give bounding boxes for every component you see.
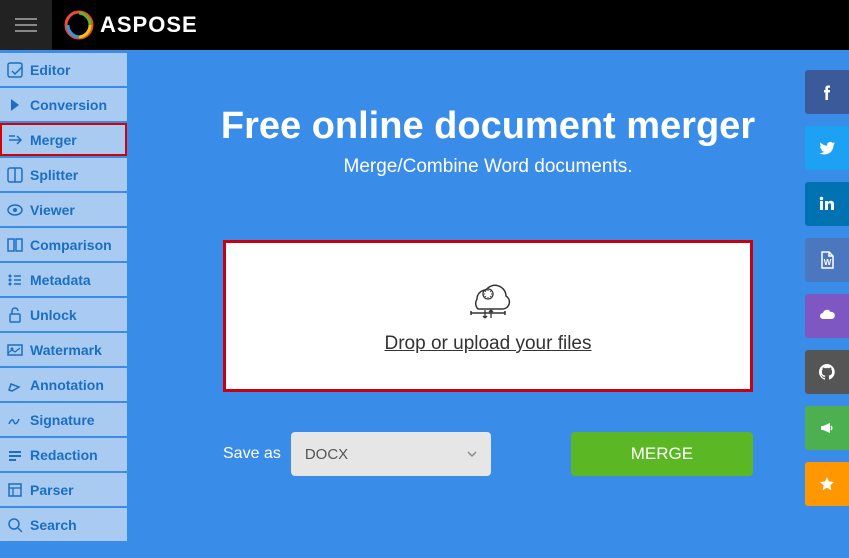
page-subtitle: Merge/Combine Word documents.	[344, 156, 633, 178]
sidebar-item-label: Redaction	[30, 447, 98, 463]
social-star-button[interactable]	[805, 462, 849, 506]
watermark-icon	[6, 341, 24, 359]
metadata-icon	[6, 271, 24, 289]
sidebar-item-redaction[interactable]: Redaction	[0, 438, 127, 471]
brand-logo[interactable]: ASPOSE	[64, 10, 198, 40]
redaction-icon	[6, 446, 24, 464]
sidebar-item-signature[interactable]: Signature	[0, 403, 127, 436]
comparison-icon	[6, 236, 24, 254]
sidebar-item-label: Search	[30, 517, 77, 533]
sidebar: Editor Conversion Merger Splitter Viewer Comp…	[0, 50, 127, 558]
aspose-icon	[64, 10, 94, 40]
header: ASPOSE	[0, 0, 849, 50]
viewer-icon	[6, 201, 24, 219]
sidebar-item-conversion[interactable]: Conversion	[0, 88, 127, 121]
splitter-icon	[6, 166, 24, 184]
sidebar-item-splitter[interactable]: Splitter	[0, 158, 127, 191]
word-icon: W	[817, 250, 837, 270]
sidebar-item-label: Metadata	[30, 272, 91, 288]
editor-icon	[6, 61, 24, 79]
sidebar-item-label: Editor	[30, 62, 70, 78]
sidebar-item-label: Conversion	[30, 97, 107, 113]
sidebar-item-editor[interactable]: Editor	[0, 53, 127, 86]
dropzone-label: Drop or upload your files	[385, 333, 592, 355]
social-facebook-button[interactable]	[805, 70, 849, 114]
social-cloud-button[interactable]	[805, 294, 849, 338]
linkedin-icon	[817, 194, 837, 214]
search-icon	[6, 516, 24, 534]
sidebar-item-search[interactable]: Search	[0, 508, 127, 541]
sidebar-item-comparison[interactable]: Comparison	[0, 228, 127, 261]
star-icon	[817, 474, 837, 494]
sidebar-item-label: Unlock	[30, 307, 77, 323]
svg-text:W: W	[824, 258, 832, 267]
hamburger-menu[interactable]	[0, 0, 52, 50]
sidebar-item-label: Merger	[30, 132, 77, 148]
content: Free online document merger Merge/Combin…	[127, 50, 849, 558]
social-github-button[interactable]	[805, 350, 849, 394]
file-dropzone[interactable]: Drop or upload your files	[223, 240, 753, 392]
sidebar-item-annotation[interactable]: Annotation	[0, 368, 127, 401]
chevron-down-icon	[467, 451, 477, 457]
annotation-icon	[6, 376, 24, 394]
sidebar-item-label: Annotation	[30, 377, 104, 393]
merger-icon	[6, 131, 24, 149]
megaphone-icon	[817, 418, 837, 438]
sidebar-item-label: Comparison	[30, 237, 112, 253]
merge-button[interactable]: MERGE	[571, 432, 753, 476]
save-row: Save as DOCX MERGE	[223, 432, 753, 476]
brand-text: ASPOSE	[100, 12, 198, 38]
upload-cloud-icon	[463, 277, 513, 321]
sidebar-item-watermark[interactable]: Watermark	[0, 333, 127, 366]
unlock-icon	[6, 306, 24, 324]
social-twitter-button[interactable]	[805, 126, 849, 170]
social-megaphone-button[interactable]	[805, 406, 849, 450]
sidebar-item-merger[interactable]: Merger	[0, 123, 127, 156]
cloud-icon	[817, 306, 837, 326]
sidebar-item-unlock[interactable]: Unlock	[0, 298, 127, 331]
save-format-select[interactable]: DOCX	[291, 432, 491, 476]
save-format-value: DOCX	[305, 446, 348, 463]
social-bar: W	[805, 70, 849, 518]
sidebar-item-label: Parser	[30, 482, 74, 498]
twitter-icon	[817, 138, 837, 158]
sidebar-item-parser[interactable]: Parser	[0, 473, 127, 506]
signature-icon	[6, 411, 24, 429]
facebook-icon	[817, 82, 837, 102]
sidebar-item-label: Signature	[30, 412, 95, 428]
social-word-button[interactable]: W	[805, 238, 849, 282]
sidebar-item-label: Splitter	[30, 167, 78, 183]
save-as-label: Save as	[223, 445, 281, 463]
sidebar-item-metadata[interactable]: Metadata	[0, 263, 127, 296]
social-linkedin-button[interactable]	[805, 182, 849, 226]
conversion-icon	[6, 96, 24, 114]
page-title: Free online document merger	[221, 105, 755, 148]
parser-icon	[6, 481, 24, 499]
github-icon	[817, 362, 837, 382]
sidebar-item-viewer[interactable]: Viewer	[0, 193, 127, 226]
sidebar-item-label: Viewer	[30, 202, 75, 218]
sidebar-item-label: Watermark	[30, 342, 102, 358]
